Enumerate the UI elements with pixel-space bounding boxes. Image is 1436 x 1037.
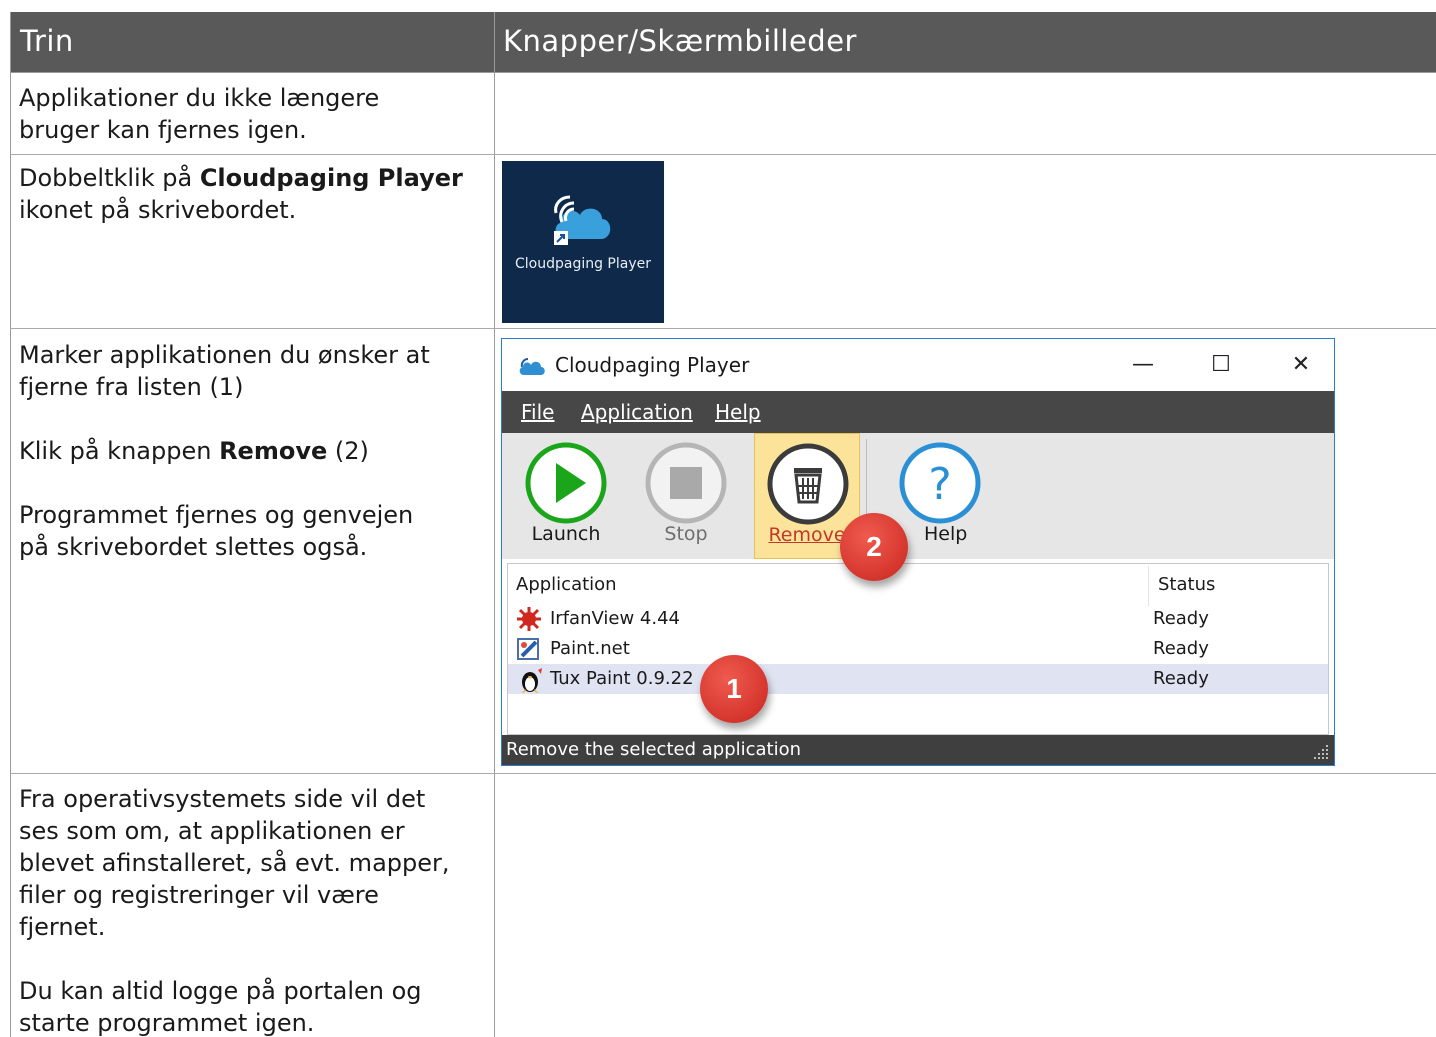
row-3-post: (2) [327, 437, 369, 465]
stop-label: Stop [664, 523, 708, 545]
maximize-button[interactable]: ☐ [1198, 349, 1244, 381]
cloudpaging-cloud-icon [554, 195, 611, 245]
row-2-bold-app-name: Cloudpaging Player [199, 164, 463, 192]
list-item[interactable]: Paint.net Ready [508, 634, 1328, 664]
column-divider [494, 12, 495, 1037]
help-button[interactable]: ? Help [894, 433, 990, 559]
trash-icon [767, 443, 849, 525]
table-header: Trin Knapper/Skærmbilleder [10, 12, 1436, 73]
row-4-line-5: fjernet. [19, 913, 106, 941]
desktop-icon-label: Cloudpaging Player [514, 256, 651, 272]
row-divider [10, 154, 1436, 155]
app-status: Ready [1153, 638, 1209, 659]
row-3-line-1: Marker applikationen du ønsker at [19, 341, 430, 369]
row-2-pre: Dobbeltklik på [19, 164, 200, 192]
list-item[interactable]: IrfanView 4.44 Ready [508, 604, 1328, 634]
application-list[interactable]: Application Status IrfanView 4.44 Ready … [507, 563, 1329, 735]
row-3-remove-line: Klik på knappen Remove (2) [19, 435, 489, 467]
row-4-line-1: Fra operativsystemets side vil det [19, 785, 426, 813]
cloudpaging-player-window: Cloudpaging Player — ☐ ✕ File Applicatio… [501, 338, 1335, 766]
column-application[interactable]: Application [516, 574, 617, 595]
toolbar: Launch Stop Remove ? Help [502, 433, 1334, 559]
window-title: Cloudpaging Player [555, 353, 750, 377]
app-status: Ready [1153, 668, 1209, 689]
app-name: Tux Paint 0.9.22 [550, 668, 694, 689]
menu-help-label: Help [715, 400, 761, 424]
header-step: Trin [20, 24, 74, 58]
launch-label: Launch [531, 523, 601, 545]
table-left-border [10, 12, 11, 1037]
list-item-selected[interactable]: Tux Paint 0.9.22 Ready [508, 664, 1328, 694]
launch-button[interactable]: Launch [518, 433, 614, 559]
row-3-text: Marker applikationen du ønsker at fjerne… [19, 339, 489, 563]
menu-application-label: Application [581, 400, 693, 424]
row-4-line-3: blevet afinstalleret, så evt. mapper, [19, 849, 450, 877]
app-name: IrfanView 4.44 [550, 608, 680, 629]
help-label: Help [924, 523, 968, 545]
row-3-pre: Klik på knappen [19, 437, 220, 465]
row-3-line-6: på skrivebordet slettes også. [19, 533, 368, 561]
row-1-line-2: bruger kan fjernes igen. [19, 116, 307, 144]
row-3-line-2: fjerne fra listen (1) [19, 373, 244, 401]
row-4-line-7: starte programmet igen. [19, 1009, 315, 1037]
status-bar: Remove the selected application [502, 735, 1334, 765]
row-divider [10, 328, 1436, 329]
play-icon [525, 442, 607, 524]
stop-icon [645, 442, 727, 524]
column-status[interactable]: Status [1158, 574, 1215, 595]
irfanview-icon [517, 607, 541, 631]
row-4-text: Fra operativsystemets side vil det ses s… [19, 783, 489, 1037]
svg-text:?: ? [928, 459, 951, 510]
window-titlebar[interactable]: Cloudpaging Player — ☐ ✕ [502, 339, 1334, 391]
row-3-line-5: Programmet fjernes og genvejen [19, 501, 414, 529]
row-3-bold-remove: Remove [219, 437, 328, 465]
callout-badge-1: 1 [700, 655, 768, 723]
paint-net-icon [517, 638, 539, 660]
desktop-shortcut-screenshot[interactable]: Cloudpaging Player [502, 161, 664, 323]
row-2-line-1: Dobbeltklik på Cloudpaging Player [19, 162, 489, 194]
row-2-line-2: ikonet på skrivebordet. [19, 196, 297, 224]
cloudpaging-app-icon [519, 358, 545, 375]
tux-paint-icon [521, 668, 542, 693]
menu-file-label: File [521, 400, 555, 424]
column-separator[interactable] [1148, 566, 1149, 606]
help-icon: ? [899, 442, 981, 524]
menu-help[interactable]: Help [715, 400, 761, 424]
minimize-button[interactable]: — [1120, 349, 1166, 381]
app-name: Paint.net [550, 638, 630, 659]
row-4-line-2: ses som om, at applikationen er [19, 817, 405, 845]
header-buttons-screens: Knapper/Skærmbilleder [503, 24, 857, 58]
menu-application[interactable]: Application [581, 400, 693, 424]
instruction-table: Trin Knapper/Skærmbilleder Applikationer… [10, 12, 1436, 1037]
status-text: Remove the selected application [506, 739, 802, 760]
resize-grip-icon[interactable] [1312, 743, 1330, 761]
app-status: Ready [1153, 608, 1209, 629]
row-1-text: Applikationer du ikke længere bruger kan… [19, 82, 489, 146]
callout-badge-2: 2 [840, 513, 908, 581]
row-divider [10, 773, 1436, 774]
close-button[interactable]: ✕ [1278, 349, 1324, 381]
menu-file[interactable]: File [521, 400, 554, 424]
stop-button[interactable]: Stop [638, 433, 734, 559]
row-4-line-6: Du kan altid logge på portalen og [19, 977, 422, 1005]
row-4-line-4: filer og registreringer vil være [19, 881, 379, 909]
row-2-text: Dobbeltklik på Cloudpaging Player ikonet… [19, 162, 489, 226]
row-1-line-1: Applikationer du ikke længere [19, 84, 380, 112]
menubar: File Application Help [502, 391, 1334, 433]
